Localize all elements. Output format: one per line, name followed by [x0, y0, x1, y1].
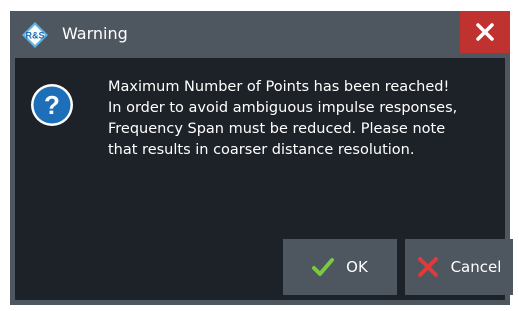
message-line: In order to avoid ambiguous impulse resp… — [108, 100, 458, 116]
question-icon: ? — [31, 84, 73, 126]
ok-button-label: OK — [346, 258, 368, 276]
message-line: Frequency Span must be reduced. Please n… — [108, 121, 446, 137]
close-icon — [476, 23, 494, 41]
title-bar[interactable]: R&S Warning — [10, 11, 510, 58]
message-line: Maximum Number of Points has been reache… — [108, 79, 450, 95]
cancel-button[interactable]: Cancel — [405, 239, 513, 295]
dialog-title: Warning — [62, 24, 128, 43]
cancel-button-label: Cancel — [450, 258, 502, 276]
checkmark-icon — [312, 258, 335, 276]
cancel-x-icon — [417, 257, 438, 277]
close-button[interactable] — [460, 11, 510, 53]
message-line: that results in coarser distance resolut… — [108, 142, 415, 158]
dialog-body: ? Maximum Number of Points has been reac… — [15, 58, 513, 300]
svg-text:R&S: R&S — [25, 31, 44, 41]
svg-text:?: ? — [44, 90, 60, 120]
app-logo-icon: R&S — [22, 22, 48, 48]
warning-dialog: R&S Warning ? Maximum Number of Points h… — [10, 11, 513, 305]
ok-button[interactable]: OK — [283, 239, 397, 295]
message-text: Maximum Number of Points has been reache… — [108, 77, 498, 161]
